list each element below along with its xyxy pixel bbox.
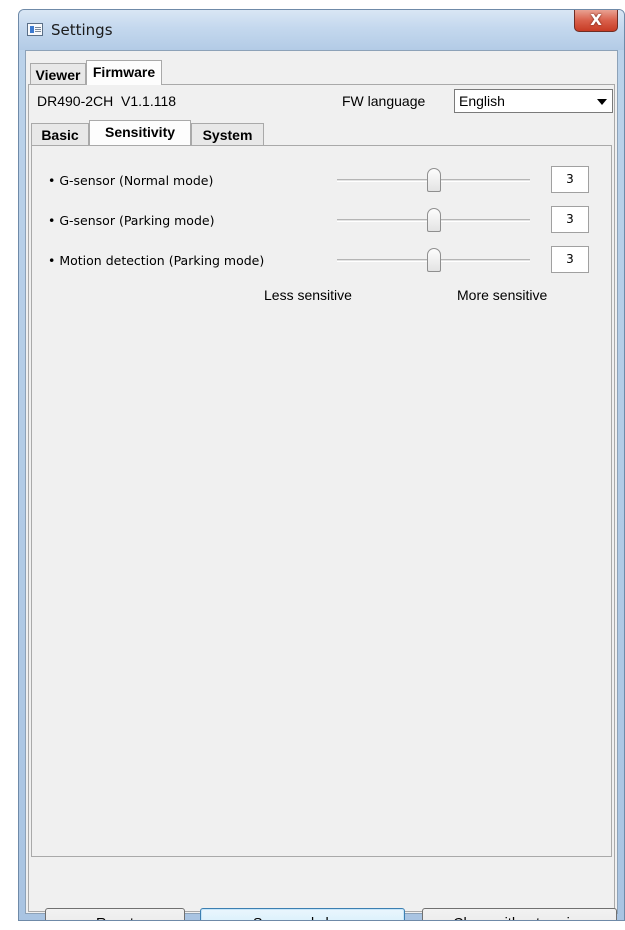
model-name: DR490-2CH xyxy=(37,93,114,109)
title-bar[interactable]: Settings X xyxy=(19,10,624,50)
dialog-client-area: Viewer Firmware DR490-2CH V1.1.118 FW la… xyxy=(25,50,618,920)
sensitivity-tab-page: • G-sensor (Normal mode) 3 • G-sensor (P… xyxy=(31,145,612,857)
g-sensor-normal-label: • G-sensor (Normal mode) xyxy=(48,173,214,188)
g-sensor-parking-row: • G-sensor (Parking mode) 3 xyxy=(32,206,611,238)
reset-button[interactable]: Reset xyxy=(45,908,185,920)
motion-detection-slider-thumb[interactable] xyxy=(426,248,441,272)
firmware-version: V1.1.118 xyxy=(121,93,177,109)
motion-detection-value[interactable]: 3 xyxy=(551,246,589,273)
g-sensor-normal-slider-thumb[interactable] xyxy=(426,168,441,192)
close-icon: X xyxy=(590,11,602,29)
g-sensor-parking-slider-thumb[interactable] xyxy=(426,208,441,232)
tab-system[interactable]: System xyxy=(191,123,264,146)
save-and-close-button[interactable]: Save and close xyxy=(200,908,405,920)
window-title: Settings xyxy=(51,21,113,39)
tab-basic[interactable]: Basic xyxy=(31,123,89,146)
tab-sensitivity[interactable]: Sensitivity xyxy=(89,120,191,145)
close-without-saving-button[interactable]: Close without saving xyxy=(422,908,617,920)
firmware-model-version: DR490-2CH V1.1.118 xyxy=(37,93,176,109)
firmware-tab-page: DR490-2CH V1.1.118 FW language English B… xyxy=(28,84,617,920)
less-sensitive-label: Less sensitive xyxy=(264,287,352,303)
fw-language-select[interactable]: English xyxy=(454,89,613,113)
settings-window-icon xyxy=(27,23,43,36)
fw-language-label: FW language xyxy=(342,93,426,109)
tab-firmware[interactable]: Firmware xyxy=(86,60,162,85)
fw-language-value: English xyxy=(459,93,505,109)
motion-detection-label: • Motion detection (Parking mode) xyxy=(48,253,265,268)
settings-window: Settings X Viewer Firmware DR490-2CH V1.… xyxy=(18,9,625,921)
g-sensor-parking-value[interactable]: 3 xyxy=(551,206,589,233)
motion-detection-row: • Motion detection (Parking mode) 3 xyxy=(32,246,611,278)
close-window-button[interactable]: X xyxy=(574,10,618,32)
g-sensor-parking-label: • G-sensor (Parking mode) xyxy=(48,213,215,228)
tab-viewer[interactable]: Viewer xyxy=(30,63,86,86)
g-sensor-normal-row: • G-sensor (Normal mode) 3 xyxy=(32,166,611,198)
chevron-down-icon xyxy=(597,99,607,105)
more-sensitive-label: More sensitive xyxy=(457,287,548,303)
g-sensor-normal-value[interactable]: 3 xyxy=(551,166,589,193)
